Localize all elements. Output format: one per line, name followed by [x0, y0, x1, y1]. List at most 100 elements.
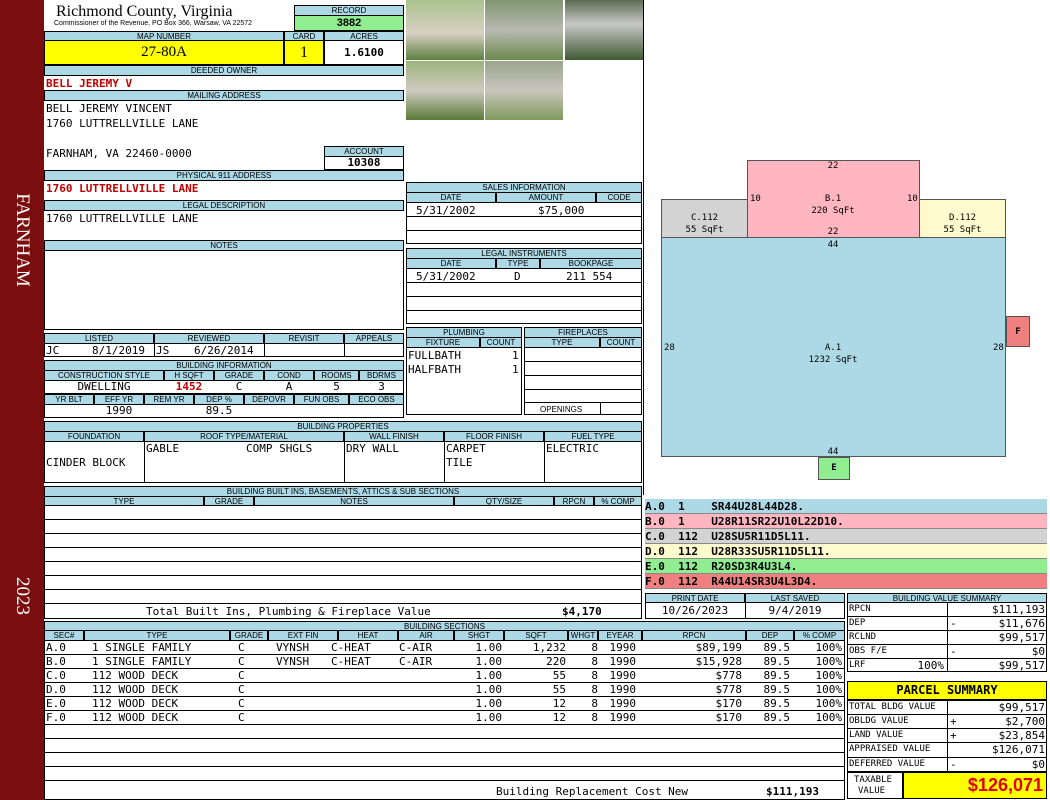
- sec-shgt: 1.00: [475, 655, 503, 668]
- sec-comp: 100%: [815, 697, 843, 710]
- sec-rpcn: $170: [715, 697, 743, 710]
- segment-row: A.0 1 SR44U28L44D28.: [645, 499, 1047, 514]
- sec-comp: 100%: [815, 711, 843, 724]
- photo-mailbox: [565, 0, 643, 60]
- sec-extfin: VYNSH: [276, 641, 310, 654]
- sec-whgt: 8: [591, 711, 598, 724]
- sec-shgt: 1.00: [475, 669, 503, 682]
- depreciation-pct: 89.5: [205, 404, 233, 417]
- taxable-value: $126,071: [903, 772, 1047, 799]
- sec-eyear: 1990: [609, 655, 637, 668]
- physical-address: 1760 LUTTRELLVILLE LANE: [46, 182, 199, 195]
- total-bldg-label: TOTAL BLDG VALUE: [849, 702, 936, 712]
- account-number: 10308: [324, 156, 404, 170]
- sec-comp: 100%: [815, 669, 843, 682]
- sec-grade: C: [238, 697, 245, 710]
- builtins-total-label: Total Built Ins, Plumbing & Fireplace Va…: [146, 605, 431, 618]
- sec-comp: 100%: [815, 683, 843, 696]
- mailing-line3: FARNHAM, VA 22460-0000: [46, 147, 192, 160]
- sec-shgt: 1.00: [475, 697, 503, 710]
- halfbath-count: 1: [512, 363, 519, 376]
- reviewed-date: 6/26/2014: [194, 344, 254, 357]
- label-d-area: 55 SqFt: [943, 225, 982, 235]
- card-number: 1: [284, 40, 324, 65]
- photo-house-side: [485, 0, 563, 60]
- fixture-fullbath: FULLBATH: [408, 349, 461, 362]
- sec-sqft: 12: [552, 711, 566, 724]
- sec-grade: C: [238, 641, 245, 654]
- sec-num: D.0: [46, 683, 66, 696]
- reviewed-by: JS: [156, 344, 170, 357]
- sec-type: 112 WOOD DECK: [92, 683, 179, 696]
- bvs-obs-label: OBS F/E: [849, 646, 887, 656]
- sec-sqft: 220: [546, 655, 566, 668]
- physical-address-label: PHYSICAL 911 ADDRESS: [44, 170, 404, 181]
- sec-dep: 89.5: [763, 669, 791, 682]
- sec-eyear: 1990: [609, 697, 637, 710]
- photo-house-yard: [406, 61, 484, 120]
- sec-comp: 100%: [815, 641, 843, 654]
- wall-finish: DRY WALL: [346, 442, 399, 455]
- deeded-owner: BELL JEREMY V: [46, 77, 133, 90]
- sec-rpcn: $778: [715, 669, 743, 682]
- sec-type: 112 WOOD DECK: [92, 697, 179, 710]
- side-banner: FARNHAM 2023: [0, 0, 44, 800]
- building-bdrms: 3: [378, 380, 385, 393]
- mailing-label: MAILING ADDRESS: [44, 90, 404, 101]
- foundation: CINDER BLOCK: [46, 456, 126, 469]
- sec-heat: C-HEAT: [331, 655, 371, 668]
- bvs-rpcn: $111,193: [992, 603, 1045, 616]
- map-number: 27-80A: [44, 40, 284, 65]
- dim-a-top: 44: [827, 240, 839, 250]
- sec-sqft: 55: [552, 683, 566, 696]
- sec-dep: 89.5: [763, 697, 791, 710]
- photo-house-rear: [485, 61, 563, 120]
- parcel-summary-title: PARCEL SUMMARY: [847, 681, 1047, 700]
- sec-extfin: VYNSH: [276, 655, 310, 668]
- label-f: F: [1015, 327, 1021, 337]
- sec-num: A.0: [46, 641, 66, 654]
- photo-house-front: [406, 0, 484, 60]
- sec-shgt: 1.00: [475, 641, 503, 654]
- sec-grade: C: [238, 669, 245, 682]
- sec-dep: 89.5: [763, 711, 791, 724]
- sec-type: 112 WOOD DECK: [92, 711, 179, 724]
- sec-num: B.0: [46, 655, 66, 668]
- instr-date: 5/31/2002: [416, 270, 476, 283]
- appraised-label: APPRAISED VALUE: [849, 744, 931, 754]
- deferred-value: $0: [1031, 758, 1045, 771]
- sec-comp: 100%: [815, 655, 843, 668]
- dim-a-bottom: 44: [827, 447, 839, 457]
- instr-bookpage: 211 554: [566, 270, 613, 283]
- notes-area: [44, 250, 404, 330]
- bvs-rpcn-label: RPCN: [849, 604, 871, 614]
- floor-finish-2: TILE: [446, 456, 473, 469]
- instr-type: D: [514, 270, 521, 283]
- sec-sqft: 1,232: [532, 641, 566, 654]
- label-a-name: A.1: [824, 343, 842, 353]
- tax-year: 2023: [12, 577, 33, 615]
- obldg-value: $2,700: [1005, 715, 1045, 728]
- deeded-owner-label: DEEDED OWNER: [44, 65, 404, 76]
- sec-rpcn: $778: [715, 683, 743, 696]
- building-cond: A: [285, 380, 293, 393]
- sec-type: 112 WOOD DECK: [92, 669, 179, 682]
- label-c-area: 55 SqFt: [685, 225, 724, 235]
- label-d-name: D.112: [948, 213, 977, 223]
- sale-amount: $75,000: [538, 204, 585, 217]
- sec-num: E.0: [46, 697, 66, 710]
- taxable-label-2: VALUE: [858, 786, 886, 796]
- listed-by: JC: [46, 344, 60, 357]
- segment-row: E.0 112 R20SD3R4U3L4.: [645, 559, 1047, 574]
- sec-num: C.0: [46, 669, 66, 682]
- sec-eyear: 1990: [609, 683, 637, 696]
- effective-year: 1990: [105, 404, 133, 417]
- bvs-lrf-label: LRF: [849, 660, 866, 670]
- dim-b-bottom: 22: [827, 227, 839, 237]
- builtins-total: $4,170: [562, 605, 602, 618]
- label-a-area: 1232 SqFt: [808, 355, 858, 365]
- sec-shgt: 1.00: [475, 711, 503, 724]
- fuel-type: ELECTRIC: [546, 442, 599, 455]
- label-b-area: 220 SqFt: [811, 206, 855, 216]
- legal-description: 1760 LUTTRELLVILLE LANE: [46, 212, 199, 225]
